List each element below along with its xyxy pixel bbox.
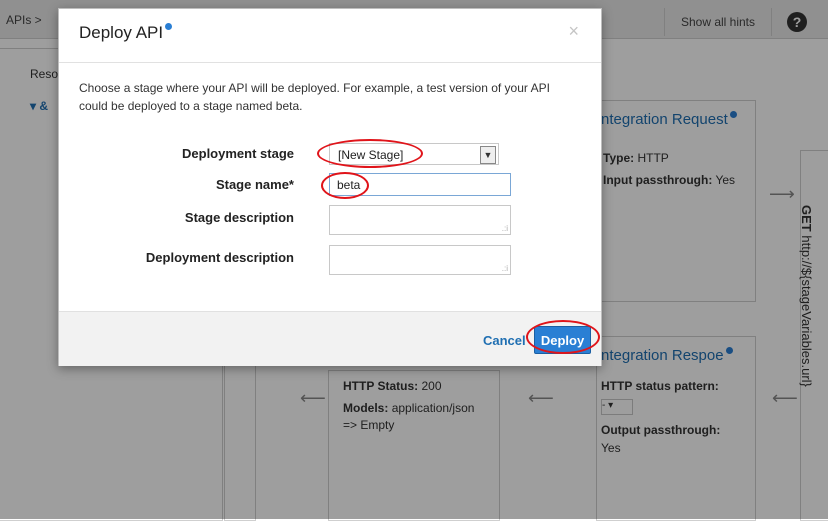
info-dot-icon — [165, 23, 173, 30]
annotation-ellipse — [526, 320, 600, 354]
deployment-stage-label: Deployment stage — [182, 146, 294, 161]
stage-description-textarea[interactable]: .:i — [329, 205, 511, 235]
close-icon[interactable]: × — [568, 21, 579, 42]
dialog-title-text: Deploy API — [79, 23, 164, 42]
resize-grip-icon[interactable]: .:i — [502, 224, 508, 233]
cancel-button[interactable]: Cancel — [483, 333, 526, 348]
dialog-header: Deploy API × — [59, 9, 601, 63]
deploy-api-dialog: Deploy API × Choose a stage where your A… — [58, 8, 602, 366]
dialog-title: Deploy API — [79, 23, 173, 43]
dialog-footer: Cancel Deploy — [59, 311, 601, 366]
resize-grip-icon[interactable]: .:i — [502, 264, 508, 273]
annotation-ellipse — [321, 172, 369, 199]
chevron-down-icon[interactable]: ▼ — [480, 146, 496, 164]
deployment-description-label: Deployment description — [145, 250, 294, 265]
dialog-description: Choose a stage where your API will be de… — [79, 81, 550, 113]
stage-description-label: Stage description — [184, 210, 294, 225]
deployment-description-textarea[interactable]: .:i — [329, 245, 511, 275]
annotation-ellipse — [317, 139, 423, 168]
stage-name-label: Stage name* — [215, 177, 294, 192]
